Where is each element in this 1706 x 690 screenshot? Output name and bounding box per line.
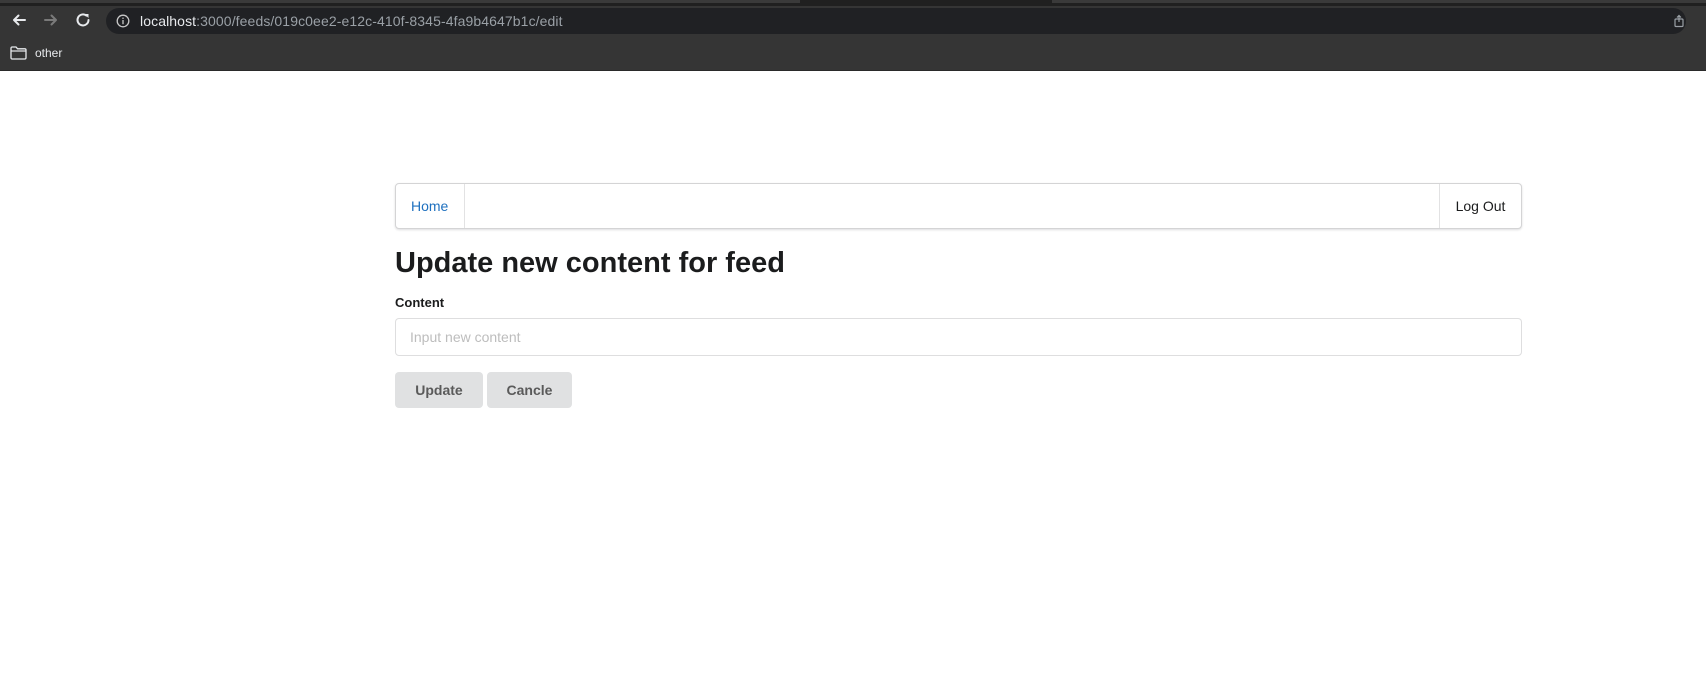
update-button[interactable]: Update xyxy=(395,372,483,408)
reload-button[interactable] xyxy=(71,8,95,32)
info-icon[interactable] xyxy=(116,14,130,28)
back-button[interactable] xyxy=(7,8,31,32)
content-label: Content xyxy=(395,295,445,310)
nav-home-link[interactable]: Home xyxy=(396,184,465,228)
top-menu: Home Log Out xyxy=(395,183,1522,229)
forward-button[interactable] xyxy=(39,8,63,32)
cancel-button[interactable]: Cancle xyxy=(487,372,572,408)
reload-icon xyxy=(76,13,90,27)
bookmark-label: other xyxy=(35,46,63,60)
bookmark-folder-other[interactable]: other xyxy=(10,43,62,63)
arrow-left-icon xyxy=(13,14,26,26)
arrow-right-icon xyxy=(44,14,57,26)
browser-toolbar: localhost:3000/feeds/019c0ee2-e12c-410f-… xyxy=(0,6,1706,34)
form-actions: Update Cancle xyxy=(395,372,1522,408)
tab-edge xyxy=(1052,0,1706,3)
bookmarks-bar: other xyxy=(0,34,1706,71)
address-bar[interactable]: localhost:3000/feeds/019c0ee2-e12c-410f-… xyxy=(106,8,1686,34)
share-icon[interactable] xyxy=(1672,14,1686,28)
tab-edge xyxy=(0,0,800,3)
page-title: Update new content for feed xyxy=(395,247,785,279)
url-path: :3000/feeds/019c0ee2-e12c-410f-8345-4fa9… xyxy=(196,13,563,29)
folder-icon xyxy=(10,46,27,60)
main-container: Home Log Out Update new content for feed… xyxy=(395,183,1522,408)
nav-logout-link[interactable]: Log Out xyxy=(1439,184,1521,228)
url-host: localhost xyxy=(140,13,197,29)
page-body: Home Log Out Update new content for feed… xyxy=(0,71,1706,690)
url-text[interactable]: localhost:3000/feeds/019c0ee2-e12c-410f-… xyxy=(140,8,563,34)
content-input[interactable] xyxy=(395,318,1522,356)
browser-chrome: localhost:3000/feeds/019c0ee2-e12c-410f-… xyxy=(0,0,1706,71)
